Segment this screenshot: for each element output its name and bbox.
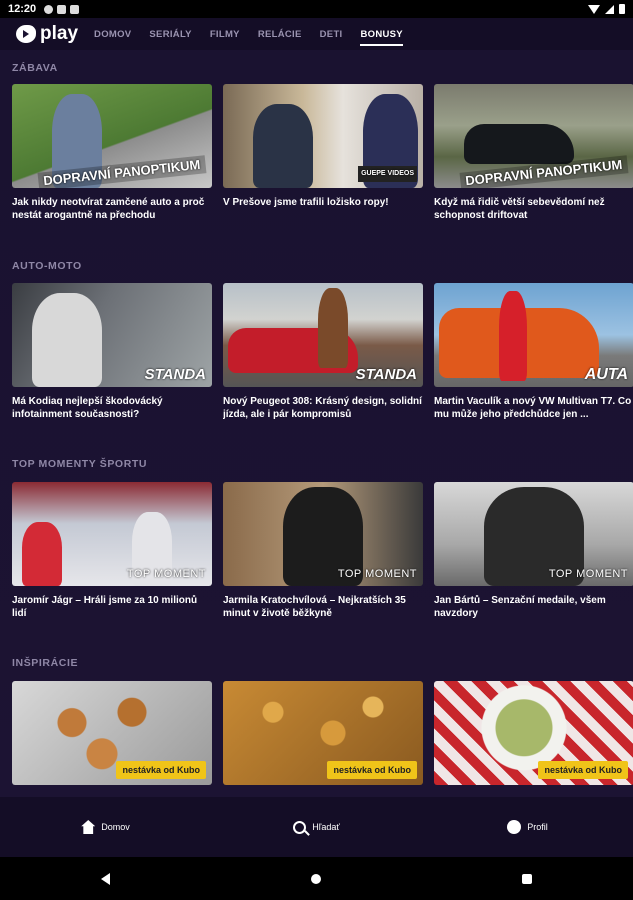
video-title[interactable]: Jan Bártů – Senzační medaile, všem navzd…	[434, 594, 633, 620]
video-thumbnail[interactable]: DOPRAVNÍ PANOPTIKUM	[434, 84, 633, 188]
bottom-nav-profile-label: Profil	[527, 822, 548, 832]
notification-icons	[44, 4, 80, 14]
home-button-icon[interactable]	[310, 873, 321, 884]
show-badge: AUTA	[584, 366, 628, 383]
nav-relacie[interactable]: RELÁCIE	[258, 23, 302, 46]
car-shape	[464, 124, 574, 164]
nav-filmy[interactable]: FILMY	[210, 23, 240, 46]
video-card[interactable]: nestávka od Kubo	[434, 681, 633, 797]
video-title[interactable]: Martin Vaculík a nový VW Multivan T7. Co…	[434, 395, 633, 421]
video-thumbnail[interactable]: GUEPE VIDEOS	[223, 84, 423, 188]
system-navigation-bar	[0, 857, 633, 900]
section-row-auto-moto: STANDA Má Kodiaq nejlepší škodovácký inf…	[12, 283, 633, 421]
video-thumbnail[interactable]: AUTA	[434, 283, 633, 387]
video-thumbnail[interactable]: STANDA	[223, 283, 423, 387]
show-badge: STANDA	[144, 366, 206, 383]
show-badge: STANDA	[355, 366, 417, 383]
bottom-nav-home[interactable]: Domov	[0, 820, 211, 834]
video-title[interactable]: Jak nikdy neotvírat zamčené auto a proč …	[12, 196, 212, 222]
person-figure	[253, 104, 313, 188]
section-title-inspiracie: INŠPIRÁCIE	[12, 657, 79, 669]
video-card[interactable]: nestávka od Kubo	[223, 681, 423, 797]
bottom-nav-search[interactable]: Hľadať	[211, 820, 422, 834]
show-badge: nestávka od Kubo	[538, 761, 628, 779]
show-badge: nestávka od Kubo	[116, 761, 206, 779]
video-card[interactable]: DOPRAVNÍ PANOPTIKUM Jak nikdy neotvírat …	[12, 84, 212, 222]
video-thumbnail[interactable]: nestávka od Kubo	[223, 681, 423, 785]
video-card[interactable]: GUEPE VIDEOS V Prešove jsme trafili loži…	[223, 84, 423, 222]
video-card[interactable]: TOP MOMENT Jaromír Jágr – Hráli jsme za …	[12, 482, 212, 620]
video-title[interactable]: Jaromír Jágr – Hráli jsme za 10 milionů …	[12, 594, 212, 620]
show-badge: TOP MOMENT	[126, 568, 206, 580]
video-thumbnail[interactable]: TOP MOMENT	[12, 482, 212, 586]
video-thumbnail[interactable]: TOP MOMENT	[223, 482, 423, 586]
section-row-zabava: DOPRAVNÍ PANOPTIKUM Jak nikdy neotvírat …	[12, 84, 633, 222]
bottom-nav-home-label: Domov	[101, 822, 130, 832]
search-icon	[293, 820, 307, 834]
video-card[interactable]: nestávka od Kubo	[12, 681, 212, 797]
show-badge: nestávka od Kubo	[327, 761, 417, 779]
person-figure	[318, 288, 348, 368]
show-badge: TOP MOMENT	[337, 568, 417, 580]
video-thumbnail[interactable]: nestávka od Kubo	[434, 681, 633, 785]
video-card[interactable]: STANDA Nový Peugeot 308: Krásný design, …	[223, 283, 423, 421]
video-thumbnail[interactable]: DOPRAVNÍ PANOPTIKUM	[12, 84, 212, 188]
section-row-inspiracie: nestávka od Kubo nestávka od Kubo nestáv…	[12, 681, 633, 797]
profile-icon	[507, 820, 522, 834]
person-figure	[499, 291, 527, 381]
video-title[interactable]: Má Kodiaq nejlepší škodovácký infotainme…	[12, 395, 212, 421]
home-icon	[81, 820, 96, 834]
video-thumbnail[interactable]: TOP MOMENT	[434, 482, 633, 586]
video-title[interactable]: Když má řidič větší sebevědomí než schop…	[434, 196, 633, 222]
back-icon[interactable]	[100, 872, 110, 885]
section-title-top-momenty: TOP MOMENTY ŠPORTU	[12, 458, 148, 470]
nav-domov[interactable]: DOMOV	[94, 23, 131, 46]
show-badge: TOP MOMENT	[548, 568, 628, 580]
status-bar: 12:20	[0, 0, 633, 18]
notification-icon	[57, 4, 67, 14]
system-icons	[588, 4, 625, 14]
bottom-nav-profile[interactable]: Profil	[422, 820, 633, 834]
video-card[interactable]: TOP MOMENT Jan Bártů – Senzační medaile,…	[434, 482, 633, 620]
video-card[interactable]: AUTA Martin Vaculík a nový VW Multivan T…	[434, 283, 633, 421]
recents-icon[interactable]	[522, 873, 533, 884]
video-title[interactable]: Nový Peugeot 308: Krásný design, solidní…	[223, 395, 423, 421]
video-card[interactable]: DOPRAVNÍ PANOPTIKUM Když má řidič větší …	[434, 84, 633, 222]
nav-serialy[interactable]: SERIÁLY	[149, 23, 191, 46]
top-navigation: play DOMOV SERIÁLY FILMY RELÁCIE DETI BO…	[0, 18, 633, 50]
video-card[interactable]: TOP MOMENT Jarmila Kratochvílová – Nejkr…	[223, 482, 423, 620]
video-card[interactable]: STANDA Má Kodiaq nejlepší škodovácký inf…	[12, 283, 212, 421]
video-thumbnail[interactable]: nestávka od Kubo	[12, 681, 212, 785]
nav-deti[interactable]: DETI	[320, 23, 343, 46]
wifi-icon	[588, 4, 600, 14]
bottom-nav-search-label: Hľadať	[312, 822, 340, 832]
person-figure	[22, 522, 62, 586]
section-title-auto-moto: AUTO-MOTO	[12, 260, 82, 272]
nav-bonusy[interactable]: BONUSY	[360, 23, 404, 46]
video-title[interactable]: Jarmila Kratochvílová – Nejkratších 35 m…	[223, 594, 423, 620]
play-logo-icon	[16, 25, 36, 43]
app-logo[interactable]: play	[16, 23, 78, 45]
video-title[interactable]: V Prešove jsme trafili ložisko ropy!	[223, 196, 423, 222]
section-title-zabava: ZÁBAVA	[12, 62, 58, 74]
person-figure	[32, 293, 102, 387]
section-row-top-momenty: TOP MOMENT Jaromír Jágr – Hráli jsme za …	[12, 482, 633, 620]
logo-text: play	[40, 23, 79, 44]
battery-icon	[619, 4, 625, 14]
signal-icon	[605, 4, 614, 14]
bottom-navigation: Domov Hľadať Profil	[0, 797, 633, 857]
status-time: 12:20	[8, 3, 37, 15]
show-badge: GUEPE VIDEOS	[358, 166, 417, 182]
video-thumbnail[interactable]: STANDA	[12, 283, 212, 387]
notification-icon	[44, 4, 54, 14]
notification-icon	[70, 4, 80, 14]
content-area[interactable]: ZÁBAVA DOPRAVNÍ PANOPTIKUM Jak nikdy neo…	[0, 50, 633, 797]
